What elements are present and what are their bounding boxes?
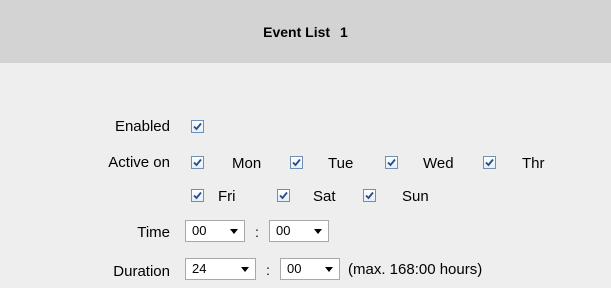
enabled-checkbox[interactable]	[191, 120, 204, 133]
duration-hour-value: 24	[192, 261, 207, 276]
chevron-down-icon	[314, 229, 322, 234]
checkbox-sat[interactable]	[277, 189, 290, 202]
checkbox-thr[interactable]	[483, 156, 496, 169]
event-list-header: Event List 1	[0, 0, 611, 63]
day-label-thr: Thr	[522, 155, 545, 172]
checkmark-icon	[365, 191, 374, 200]
checkmark-icon	[387, 158, 396, 167]
active-on-label: Active on	[108, 154, 170, 171]
checkmark-icon	[193, 122, 202, 131]
time-separator: :	[255, 224, 259, 240]
checkmark-icon	[279, 191, 288, 200]
day-label-mon: Mon	[232, 155, 262, 172]
time-minute-value: 00	[276, 223, 291, 238]
day-label-wed: Wed	[423, 155, 454, 172]
chevron-down-icon	[325, 267, 333, 272]
duration-label: Duration	[113, 263, 170, 280]
time-label: Time	[137, 224, 170, 241]
checkmark-icon	[485, 158, 494, 167]
duration-max-note: (max. 168:00 hours)	[348, 261, 483, 278]
checkbox-wed[interactable]	[385, 156, 398, 169]
time-minute-select[interactable]: 00	[269, 220, 329, 242]
event-settings-panel: Enabled Active on Mon Tue Wed Thr Fri Sa…	[0, 63, 611, 288]
day-label-sun: Sun	[402, 188, 429, 205]
header-number: 1	[340, 23, 348, 40]
day-label-fri: Fri	[218, 188, 236, 205]
duration-minute-value: 00	[287, 261, 302, 276]
checkmark-icon	[193, 158, 202, 167]
checkmark-icon	[292, 158, 301, 167]
checkbox-tue[interactable]	[290, 156, 303, 169]
checkbox-mon[interactable]	[191, 156, 204, 169]
duration-hour-select[interactable]: 24	[185, 258, 256, 280]
chevron-down-icon	[230, 229, 238, 234]
checkbox-sun[interactable]	[363, 189, 376, 202]
time-hour-value: 00	[192, 223, 207, 238]
day-label-sat: Sat	[313, 188, 336, 205]
enabled-label: Enabled	[114, 118, 170, 135]
duration-separator: :	[266, 262, 270, 278]
checkmark-icon	[193, 191, 202, 200]
day-label-tue: Tue	[328, 155, 354, 172]
chevron-down-icon	[241, 267, 249, 272]
header-title: Event List	[263, 23, 331, 40]
duration-minute-select[interactable]: 00	[280, 258, 340, 280]
time-hour-select[interactable]: 00	[185, 220, 245, 242]
checkbox-fri[interactable]	[191, 189, 204, 202]
